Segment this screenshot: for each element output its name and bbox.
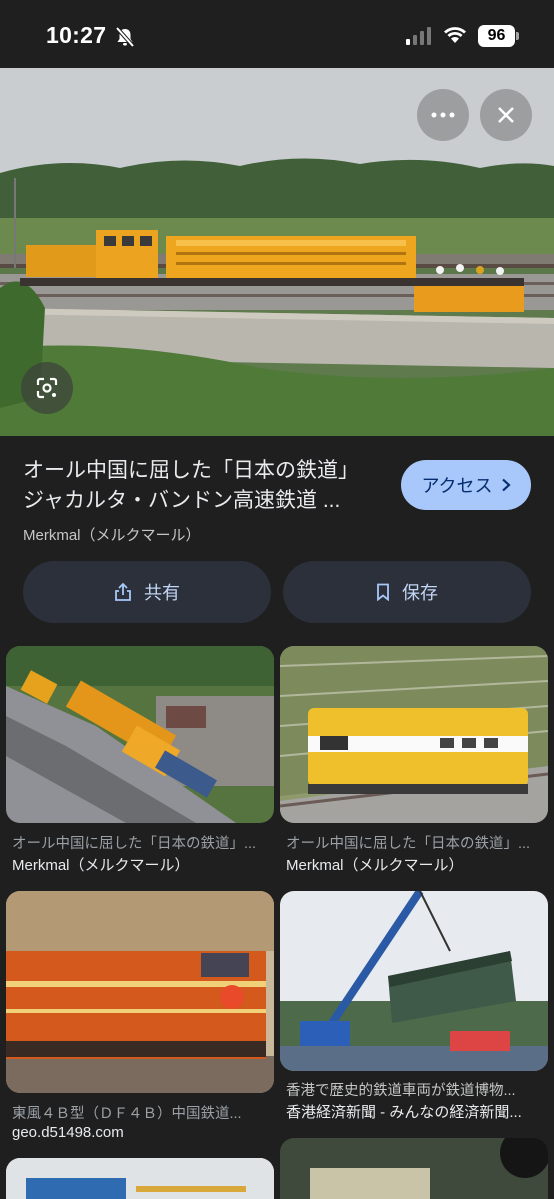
chevron-right-icon	[501, 478, 511, 492]
battery-indicator: 96	[478, 25, 515, 47]
save-label: 保存	[402, 583, 438, 603]
related-source: 香港経済新聞 - みんなの経済新聞...	[286, 1104, 522, 1121]
related-caption: オール中国に屈した「日本の鉄道」...	[12, 836, 257, 852]
related-thumbnail	[6, 891, 274, 1093]
bell-muted-icon	[115, 26, 135, 48]
save-button[interactable]: 保存	[283, 561, 531, 623]
share-button[interactable]: 共有	[23, 561, 271, 623]
related-caption: 東風４Ｂ型（ＤＦ４Ｂ）中国鉄道...	[12, 1106, 242, 1122]
share-label: 共有	[144, 583, 180, 603]
related-card-5[interactable]	[6, 1158, 274, 1199]
related-caption: オール中国に屈した「日本の鉄道」...	[286, 836, 531, 852]
more-horizontal-icon	[431, 112, 455, 118]
related-card-1[interactable]: オール中国に屈した「日本の鉄道」... Merkmal（メルクマール）	[6, 646, 274, 876]
related-card-2[interactable]: オール中国に屈した「日本の鉄道」... Merkmal（メルクマール）	[280, 646, 548, 876]
result-source: Merkmal（メルクマール）	[23, 527, 201, 544]
cellular-signal-icon	[406, 27, 431, 45]
status-time: 10:27	[46, 22, 107, 48]
hero-image[interactable]	[0, 68, 554, 436]
result-title[interactable]: オール中国に屈した「日本の鉄道」 ジャカルタ・バンドン高速鉄道 ...	[23, 456, 373, 516]
close-icon	[498, 107, 514, 123]
related-source: Merkmal（メルクマール）	[12, 857, 190, 874]
related-caption: 香港で歴史的鉄道車両が鉄道博物...	[286, 1083, 516, 1099]
related-card-6[interactable]	[280, 1138, 548, 1199]
result-title-line-1: オール中国に屈した「日本の鉄道」	[23, 459, 359, 482]
close-button[interactable]	[480, 89, 532, 141]
result-title-line-2: ジャカルタ・バンドン高速鉄道 ...	[23, 489, 341, 512]
related-thumbnail	[6, 646, 274, 823]
related-card-4[interactable]: 香港で歴史的鉄道車両が鉄道博物... 香港経済新聞 - みんなの経済新聞...	[280, 891, 548, 1146]
status-bar: 10:27 96	[0, 0, 554, 68]
related-thumbnail	[280, 1138, 548, 1199]
related-card-3[interactable]: 東風４Ｂ型（ＤＦ４Ｂ）中国鉄道... geo.d51498.com	[6, 891, 274, 1146]
related-thumbnail	[280, 891, 548, 1071]
related-thumbnail	[280, 646, 548, 823]
related-source: geo.d51498.com	[12, 1124, 124, 1141]
access-button[interactable]: アクセス	[401, 460, 531, 510]
battery-tip	[516, 32, 519, 40]
lens-icon	[36, 377, 58, 399]
more-options-button[interactable]	[417, 89, 469, 141]
wifi-icon	[444, 27, 466, 43]
hero-train-picture	[0, 68, 554, 436]
share-icon	[115, 582, 131, 601]
access-button-label: アクセス	[421, 476, 493, 496]
related-source: Merkmal（メルクマール）	[286, 857, 464, 874]
related-thumbnail	[6, 1158, 274, 1199]
bookmark-icon	[377, 583, 389, 601]
google-lens-button[interactable]	[21, 362, 73, 414]
